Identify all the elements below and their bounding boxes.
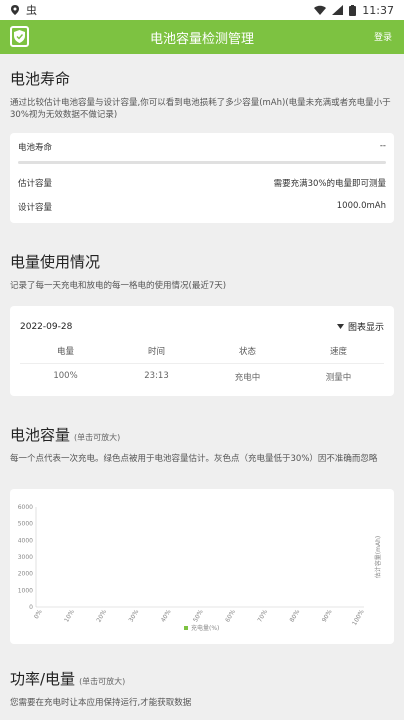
app-bar: 电池容量检测管理 登录 [0,20,404,54]
app-logo-shield-icon [10,26,29,47]
power-hint: (单击可放大) [79,677,126,686]
signal-icon [332,5,344,15]
y-tick-label: 6000 [18,504,33,511]
design-capacity-row: 设计容量 1000.0mAh [18,201,386,213]
usage-table: 电量 时间 状态 速度 100% 23:13 充电中 测量中 [20,339,384,390]
capacity-title-text: 电池容量 [10,426,71,444]
battery-life-row: 电池寿命 -- [18,141,386,153]
notification-app-glyph: 虫 [26,4,37,17]
design-capacity-value: 1000.0mAh [336,201,386,211]
capacity-description: 每一个点代表一次充电。绿色点被用于电池容量估计。灰色点（充电量低于30%）因不准… [10,454,378,464]
battery-icon [349,4,357,16]
status-bar: 虫 11:37 [0,0,404,20]
battery-life-label: 电池寿命 [18,143,53,153]
usage-header: 2022-09-28 图表显示 [20,320,384,334]
legend-swatch [184,626,188,630]
power-title: 功率/电量 (单击可放大) [0,668,404,689]
x-tick-label: 50% [192,608,205,623]
location-icon [11,5,19,15]
capacity-chart[interactable]: 0 1000 2000 3000 4000 5000 6000 0% 10% 20% 30% 40% 5… [10,489,394,644]
legend-label: 充电量(%) [191,624,219,632]
capacity-chart-svg: 0 1000 2000 3000 4000 5000 6000 0% 10% 20% 30% 40% 5… [18,504,382,632]
main-content[interactable]: 电池寿命 通过比较估计电池容量与设计容量,你可以看到电池损耗了多少容量(mAh)… [0,54,404,720]
x-tick-label: 80% [289,608,302,623]
usage-date: 2022-09-28 [20,321,73,332]
x-tick-label: 0% [33,608,44,620]
x-tick-label: 100% [351,608,366,627]
page-title: 电池容量检测管理 [149,31,254,47]
table-cell: 23:13 [144,371,169,381]
view-mode-toggle[interactable]: 图表显示 [336,320,384,333]
y-axis-label: 估计容量(mAh) [374,536,382,578]
view-mode-label: 图表显示 [347,323,384,333]
x-tick-label: 90% [321,608,334,623]
y-tick-label: 0 [29,604,33,611]
table-cell: 100% [53,371,78,381]
estimated-capacity-value: 需要充满30%的电量即可测量 [273,179,386,189]
column-header: 时间 [111,339,202,364]
x-tick-label: 30% [128,608,141,623]
status-time: 11:37 [362,3,394,17]
column-header: 速度 [293,339,384,364]
capacity-hint: (单击可放大) [74,433,121,442]
x-tick-label: 20% [95,608,108,623]
column-header: 状态 [202,339,293,364]
table-cell: 测量中 [325,373,352,383]
table-cell: 充电中 [234,373,261,383]
triangle-down-icon [336,324,344,329]
capacity-title: 电池容量 (单击可放大) [0,424,404,445]
login-button[interactable]: 登录 [374,30,392,43]
y-tick-label: 4000 [18,537,33,544]
battery-life-value: -- [379,141,386,151]
battery-life-description: 通过比较估计电池容量与设计容量,你可以看到电池损耗了多少容量(mAh)(电量未充… [10,98,391,120]
battery-life-title: 电池寿命 [10,70,71,88]
battery-life-progress [18,161,386,164]
wifi-icon [314,5,327,15]
x-tick-label: 60% [224,608,237,623]
usage-title: 电量使用情况 [10,253,101,271]
design-capacity-label: 设计容量 [18,203,53,213]
x-tick-label: 10% [63,608,76,623]
estimated-capacity-row: 估计容量 需要充满30%的电量即可测量 [18,177,386,189]
y-tick-label: 1000 [18,587,33,594]
y-tick-label: 2000 [18,571,33,578]
estimated-capacity-label: 估计容量 [18,179,53,189]
y-tick-label: 5000 [18,521,33,528]
usage-description: 记录了每一天充电和放电的每一格电的使用情况(最近7天) [10,281,227,291]
power-description: 您需要在充电时让本应用保持运行,才能获取数据 [10,698,192,708]
column-header: 电量 [20,339,111,364]
x-tick-label: 40% [160,608,173,623]
y-tick-label: 3000 [18,554,33,561]
x-tick-label: 70% [256,608,269,623]
usage-card: 2022-09-28 图表显示 电量 时间 状态 速度 100% 23:13 充… [10,306,394,396]
power-title-text: 功率/电量 [10,670,76,688]
battery-life-card: 电池寿命 -- 估计容量 需要充满30%的电量即可测量 设计容量 1000.0m… [10,133,394,223]
